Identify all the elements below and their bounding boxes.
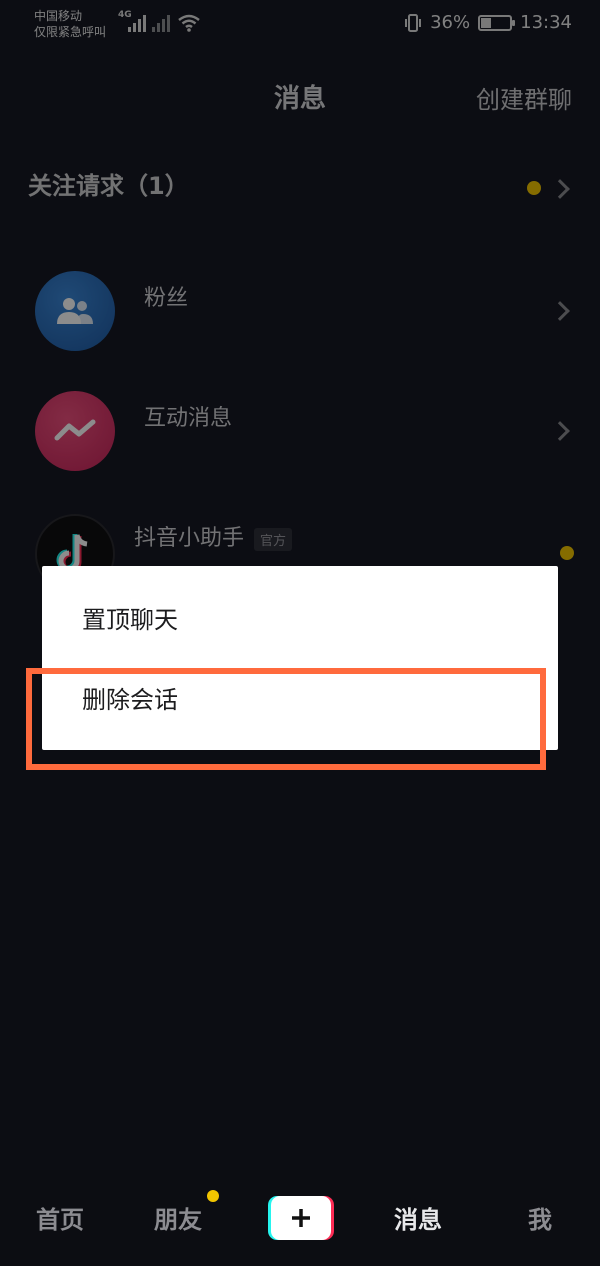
tab-friends[interactable]: 朋友 — [154, 1200, 202, 1235]
highlight-annotation — [26, 668, 546, 770]
tab-messages[interactable]: 消息 — [394, 1200, 442, 1235]
create-video-button[interactable] — [268, 1196, 334, 1240]
tab-bar: 首页 朋友 消息 我 — [0, 1170, 600, 1266]
pin-chat-menu-item[interactable]: 置顶聊天 — [42, 580, 558, 660]
plus-icon — [292, 1209, 310, 1227]
messages-screen: 中国移动 仅限紧急呼叫 4G 36% 13:34 消息 创建群聊 关注请求（1）… — [0, 0, 600, 1266]
tab-me[interactable]: 我 — [528, 1200, 552, 1235]
friends-unread-dot — [207, 1190, 219, 1202]
tab-home[interactable]: 首页 — [36, 1200, 84, 1235]
